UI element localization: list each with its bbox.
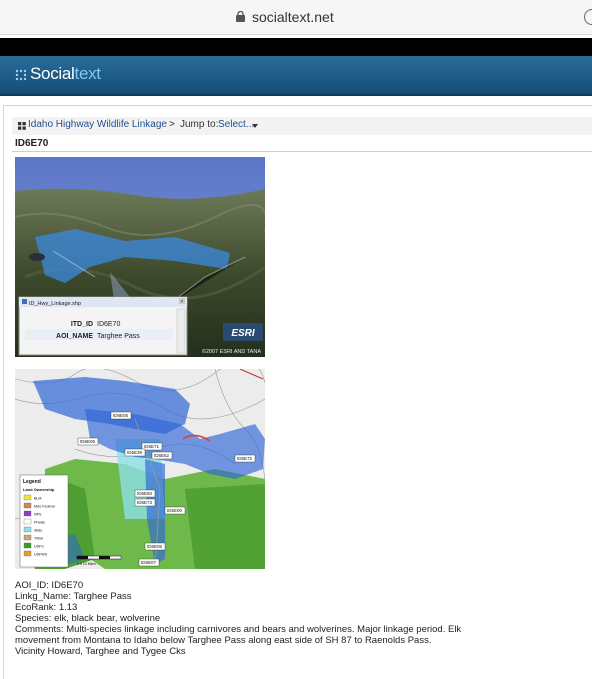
jump-to-select[interactable]: Select...	[218, 119, 254, 130]
jump-to-label: Jump to:	[180, 119, 219, 130]
legend-label: BLM	[34, 497, 41, 501]
map-label-9: ID6E00	[167, 508, 183, 513]
legend-swatch	[23, 502, 32, 509]
map-legend: Legend Land Ownership BLM Misc Federal NPS…	[19, 474, 69, 568]
popup-window-title: ID_Hwy_Linkage.shp	[29, 301, 81, 307]
linkage-name: Linkg_Name: Targhee Pass	[15, 591, 132, 602]
legend-label: Misc Federal	[34, 505, 55, 509]
comments-line-2: movement from Montana to Idaho below Tar…	[15, 635, 432, 646]
svg-text:×: ×	[181, 299, 184, 305]
ecorank: EcoRank: 1.13	[15, 602, 78, 613]
scale-bar-label: 0 5 10 Miles	[77, 562, 96, 566]
map-label-2: ID6E06	[80, 439, 96, 444]
legend-swatch	[23, 494, 32, 501]
socialtext-logo-icon	[15, 69, 27, 81]
legend-swatch	[23, 526, 32, 533]
title-divider	[12, 151, 592, 152]
popup-field-name-2: AOI_NAME	[56, 333, 93, 340]
terrain-3d-graphic: ID_Hwy_Linkage.shp × ITD_ID ID6E70 AOI_N…	[15, 157, 265, 357]
map-label-6: ID6E72	[237, 456, 253, 461]
esri-watermark: ESRI	[231, 328, 255, 339]
copyright-text: ©2007 ESRI AND TANA	[202, 348, 262, 355]
popup-field-name-1: ITD_ID	[71, 321, 93, 328]
legend-swatch	[23, 550, 32, 557]
legend-label: Private	[34, 521, 45, 525]
map-graphic: ID6E05 ID6E06 ID6E71 ID6E39 ID6E62 ID6E7…	[15, 369, 265, 569]
socialtext-logo[interactable]: Socialtext	[30, 64, 101, 84]
map-label-5: ID6E62	[154, 453, 170, 458]
map-label-3: ID6E71	[144, 444, 160, 449]
workspace-link[interactable]: Idaho Highway Wildlife Linkage	[28, 119, 167, 130]
legend-label: USFS	[34, 545, 44, 549]
legend-title: Legend	[23, 479, 41, 485]
legend-swatch	[23, 510, 32, 517]
popup-field-value-2: Targhee Pass	[97, 333, 140, 340]
comments-line-1: Comments: Multi-species linkage includin…	[15, 624, 462, 635]
logo-text-a: Social	[30, 64, 75, 83]
terrain-3d-image: ID_Hwy_Linkage.shp × ITD_ID ID6E70 AOI_N…	[15, 157, 265, 357]
legend-subtitle: Land Ownership	[23, 487, 55, 492]
browser-toolbar-strip	[0, 38, 592, 56]
aoi-id: AOI_ID: ID6E70	[15, 580, 84, 591]
chevron-down-icon[interactable]	[252, 124, 258, 128]
reload-icon[interactable]	[584, 9, 592, 25]
workspace-grid-icon	[18, 122, 26, 130]
land-ownership-map: ID6E05 ID6E06 ID6E71 ID6E39 ID6E62 ID6E7…	[15, 369, 265, 569]
legend-label: NPS	[34, 513, 42, 517]
breadcrumb: Idaho Highway Wildlife Linkage > Jump to…	[12, 117, 592, 135]
legend-label: USFWS	[34, 553, 48, 557]
legend-swatch	[23, 542, 32, 549]
map-label-8: ID6E73	[137, 500, 153, 505]
legend-swatch	[23, 518, 32, 525]
map-label-11: ID6E07	[141, 560, 157, 565]
page-title: ID6E70	[15, 138, 49, 149]
logo-text-b: text	[74, 64, 102, 83]
browser-address-bar[interactable]: socialtext.net	[0, 0, 592, 35]
legend-label: State	[34, 529, 42, 533]
linkage-details: AOI_ID: ID6E70 Linkg_Name: Targhee Pass …	[15, 580, 462, 657]
legend-swatch	[23, 534, 32, 541]
map-label-1: ID6E05	[113, 413, 129, 418]
species: Species: elk, black bear, wolverine	[15, 613, 161, 624]
lock-icon	[236, 11, 245, 22]
map-label-7: ID6E60	[137, 491, 153, 496]
breadcrumb-separator: >	[169, 119, 175, 130]
comments-line-3: Vicinity Howard, Targhee and Tygee Cks	[15, 646, 186, 657]
map-label-4: ID6E39	[127, 450, 143, 455]
map-label-10: ID6E06	[147, 544, 163, 549]
url-text[interactable]: socialtext.net	[252, 9, 334, 25]
legend-label: Tribal	[34, 537, 43, 541]
popup-field-value-1: ID6E70	[97, 321, 120, 328]
